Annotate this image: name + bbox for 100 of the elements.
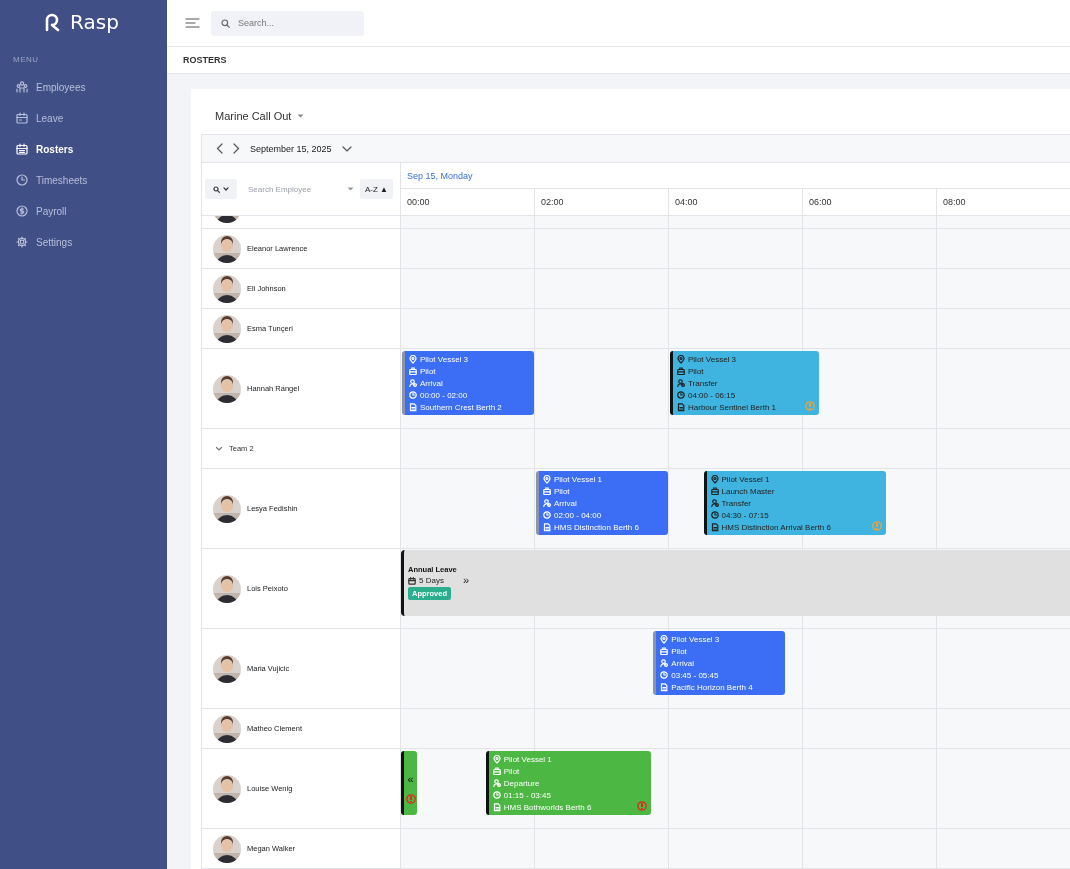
sort-button[interactable]: A-Z ▲ (360, 179, 394, 199)
pin-icon (409, 355, 417, 364)
next-button[interactable] (233, 143, 240, 154)
shift-card[interactable]: Pilot Vessel 1 Pilot Arrival 02:00 - 04:00 HMS Distinction Berth 6 (536, 471, 668, 535)
clock-icon (710, 511, 719, 520)
sidebar-item[interactable]: Rosters (16, 140, 167, 158)
sidebar-item[interactable]: Leave (16, 109, 167, 127)
shift-detail: HMS Distinction Arrival Berth 6 (721, 522, 831, 533)
sidebar-item[interactable]: Timesheets (16, 171, 167, 189)
sidebar-item[interactable]: Payroll (16, 202, 167, 220)
shift-detail: Arrival (671, 658, 694, 669)
chevron-right-icon (233, 143, 240, 154)
briefcase-icon (409, 367, 417, 376)
shift-detail: HMS Distinction Berth 6 (554, 522, 639, 533)
shift-detail: Harbour Sentinel Berth 1 (688, 402, 777, 413)
shift-card[interactable]: Pilot Vessel 3 Pilot Transfer 04:00 - 06:15 Harbour Sentinel Berth 1 (670, 351, 819, 415)
shift-card[interactable]: Pilot Vessel 3 Pilot Arrival 03:45 - 05:45 Pacific Horizon Berth 4 (653, 631, 786, 695)
user-icon (492, 779, 501, 788)
shift-detail: HMS Bothworlds Berth 6 (503, 802, 592, 813)
shift-detail: 04:30 - 07:15 (721, 510, 769, 521)
shift-detail: Pilot Vessel 3 (688, 354, 737, 365)
calendar-icon (16, 143, 28, 155)
search-icon (213, 185, 220, 193)
date-picker[interactable]: September 15, 2025 (250, 143, 332, 154)
roster-selector[interactable]: Marine Call Out (215, 110, 292, 122)
shift-detail: 04:00 - 06:15 (688, 390, 736, 401)
shift-detail: Pilot Vessel 1 (721, 474, 770, 485)
shift-detail: Pilot Vessel 1 (503, 754, 552, 765)
chevron-down-icon[interactable] (341, 145, 352, 152)
logo-text: Rasp (70, 10, 119, 34)
shift-detail: Pilot (420, 366, 436, 377)
shift-detail: 03:45 - 05:45 (671, 670, 719, 681)
shift-detail: Arrival (420, 378, 443, 389)
settings-icon (16, 236, 28, 248)
shift-detail: Pilot Vessel 3 (671, 634, 720, 645)
clock-icon (677, 391, 685, 400)
clock-icon (492, 791, 501, 800)
shift-detail: Southern Crest Berth 2 (420, 402, 502, 413)
shift-card[interactable]: « (401, 751, 417, 815)
calendar-icon (16, 112, 28, 124)
shift-card[interactable]: Pilot Vessel 3 Pilot Arrival 00:00 - 02:00 Southern Crest Berth 2 (402, 351, 534, 415)
page-title: ROSTERS (183, 55, 227, 65)
search-mode-button[interactable] (205, 179, 237, 199)
document-icon (660, 683, 669, 692)
user-icon (409, 379, 417, 388)
clock-icon (409, 391, 417, 400)
shift-detail: Transfer (688, 378, 718, 389)
shift-detail: Transfer (721, 498, 751, 509)
employee-search-field[interactable]: Search Employee (241, 179, 356, 199)
pin-icon (710, 475, 719, 484)
document-icon (543, 523, 551, 532)
pin-icon (660, 635, 669, 644)
clock-icon (543, 511, 551, 520)
coin-icon (16, 205, 28, 217)
user-icon (677, 379, 685, 388)
caret-icon (347, 187, 354, 191)
calendar-icon (408, 576, 416, 585)
shift-detail: 02:00 - 04:00 (554, 510, 602, 521)
document-icon (677, 403, 685, 412)
hour-label: 04:00 (669, 189, 803, 215)
hour-label: 02:00 (535, 189, 669, 215)
briefcase-icon (492, 767, 501, 776)
document-icon (492, 803, 501, 812)
shift-detail: 01:15 - 03:45 (503, 790, 551, 801)
briefcase-icon (710, 487, 719, 496)
shift-detail: Pilot (554, 486, 570, 497)
shift-detail: Pilot (688, 366, 704, 377)
caret-icon (297, 114, 305, 118)
briefcase-icon (543, 487, 551, 496)
pin-icon (543, 475, 551, 484)
continued-arrow: « (407, 774, 414, 784)
chevron-down-icon (223, 187, 229, 191)
briefcase-icon (660, 647, 669, 656)
chevron-down-icon[interactable] (215, 444, 223, 453)
search-field[interactable]: Search... (211, 10, 364, 36)
sidebar-item[interactable]: Settings (16, 233, 167, 251)
clock-icon (660, 671, 669, 680)
expand-arrow[interactable]: » (462, 576, 470, 585)
pin-icon (677, 355, 685, 364)
user-icon (710, 499, 719, 508)
previous-button[interactable] (216, 143, 223, 154)
shift-detail: Departure (503, 778, 540, 789)
shift-detail: Pilot (671, 646, 687, 657)
day-label: Sep 15, Monday (407, 170, 473, 181)
shift-detail: Pilot Vessel 1 (554, 474, 603, 485)
hour-label: 06:00 (803, 189, 937, 215)
people-icon (16, 81, 28, 93)
chevron-left-icon (216, 143, 223, 154)
shift-detail: Pilot Vessel 3 (420, 354, 469, 365)
document-icon (409, 403, 417, 412)
menu-heading: MENU (12, 54, 40, 66)
shift-card[interactable]: Pilot Vessel 1 Launch Master Transfer 04:30 - 07:15 HMS Distinction Arrival Berth 6 (703, 471, 886, 535)
user-icon (660, 659, 669, 668)
clock-icon (16, 174, 28, 186)
leave-duration: 5 Days (419, 576, 444, 585)
hour-label: 00:00 (401, 189, 535, 215)
logo-icon (44, 12, 62, 32)
sidebar-item[interactable]: Employees (16, 78, 167, 96)
pin-icon (492, 755, 501, 764)
shift-detail: Pilot (503, 766, 520, 777)
